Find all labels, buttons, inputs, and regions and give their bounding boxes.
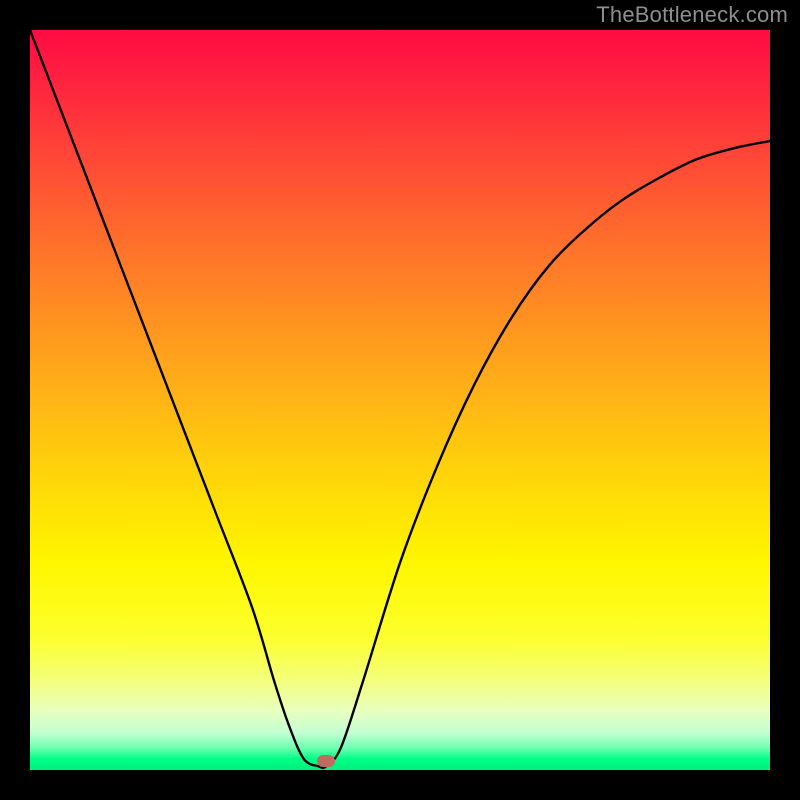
optimum-marker — [317, 755, 335, 767]
plot-area — [30, 30, 770, 770]
chart-container: TheBottleneck.com — [0, 0, 800, 800]
watermark-text: TheBottleneck.com — [596, 2, 788, 28]
bottleneck-curve — [30, 30, 770, 768]
curve-svg — [30, 30, 770, 770]
